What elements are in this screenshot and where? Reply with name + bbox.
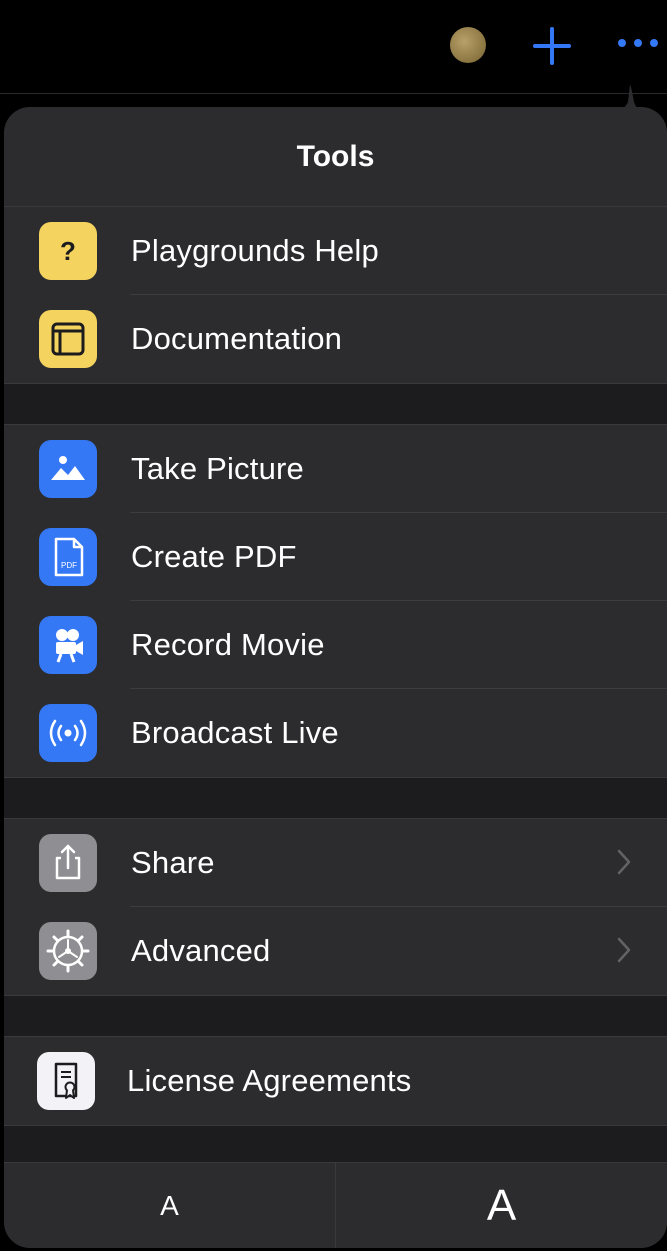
movie-camera-icon: [39, 616, 97, 674]
svg-text:PDF: PDF: [61, 561, 77, 570]
menu-item-label: License Agreements: [127, 1063, 412, 1098]
broadcast-icon: [39, 704, 97, 762]
menu-item-playgrounds-help[interactable]: ? Playgrounds Help: [4, 207, 667, 295]
menu-item-label: Advanced: [131, 933, 271, 968]
menu-item-label: Record Movie: [131, 627, 325, 662]
menu-item-label: Broadcast Live: [131, 715, 339, 750]
add-button[interactable]: [532, 26, 572, 66]
menu-item-advanced[interactable]: Advanced: [4, 907, 667, 995]
increase-font-size-button[interactable]: A: [336, 1163, 667, 1248]
group-spacer: [4, 778, 667, 818]
ellipsis-icon: [618, 39, 658, 47]
menu-item-record-movie[interactable]: Record Movie: [4, 601, 667, 689]
font-size-bar: A A: [4, 1162, 667, 1248]
photo-icon: [39, 440, 97, 498]
chevron-right-icon: [617, 937, 631, 963]
decrease-font-size-button[interactable]: A: [4, 1163, 336, 1248]
book-icon: [39, 310, 97, 368]
more-button[interactable]: [616, 36, 660, 50]
tools-popover: Tools ? Playgrounds Help Documentation T…: [4, 107, 667, 1248]
svg-text:?: ?: [60, 236, 76, 266]
menu-item-label: Playgrounds Help: [131, 233, 379, 268]
top-toolbar: [0, 0, 667, 95]
legal-group: License Agreements: [4, 1036, 667, 1126]
capture-group: Take Picture PDF Create PDF Record Movie…: [4, 424, 667, 778]
group-spacer: [4, 384, 667, 424]
menu-item-broadcast-live[interactable]: Broadcast Live: [4, 689, 667, 777]
toolbar-divider: [0, 93, 667, 94]
pdf-icon: PDF: [39, 528, 97, 586]
plus-icon: [533, 27, 571, 65]
question-mark-icon: ?: [39, 222, 97, 280]
group-spacer: [4, 996, 667, 1036]
menu-item-share[interactable]: Share: [4, 819, 667, 907]
menu-item-label: Share: [131, 845, 215, 880]
certificate-icon: [37, 1052, 95, 1110]
share-group: Share Advanced: [4, 818, 667, 996]
menu-item-documentation[interactable]: Documentation: [4, 295, 667, 383]
menu-item-label: Documentation: [131, 321, 343, 356]
popover-header: Tools: [4, 107, 667, 207]
avatar[interactable]: [450, 27, 486, 63]
chevron-right-icon: [617, 849, 631, 875]
share-icon: [39, 834, 97, 892]
menu-item-take-picture[interactable]: Take Picture: [4, 425, 667, 513]
menu-item-label: Create PDF: [131, 539, 297, 574]
help-group: ? Playgrounds Help Documentation: [4, 207, 667, 384]
menu-item-label: Take Picture: [131, 451, 304, 486]
popover-title: Tools: [296, 139, 375, 173]
gear-icon: [39, 922, 97, 980]
menu-item-license-agreements[interactable]: License Agreements: [4, 1037, 667, 1125]
menu-item-create-pdf[interactable]: PDF Create PDF: [4, 513, 667, 601]
